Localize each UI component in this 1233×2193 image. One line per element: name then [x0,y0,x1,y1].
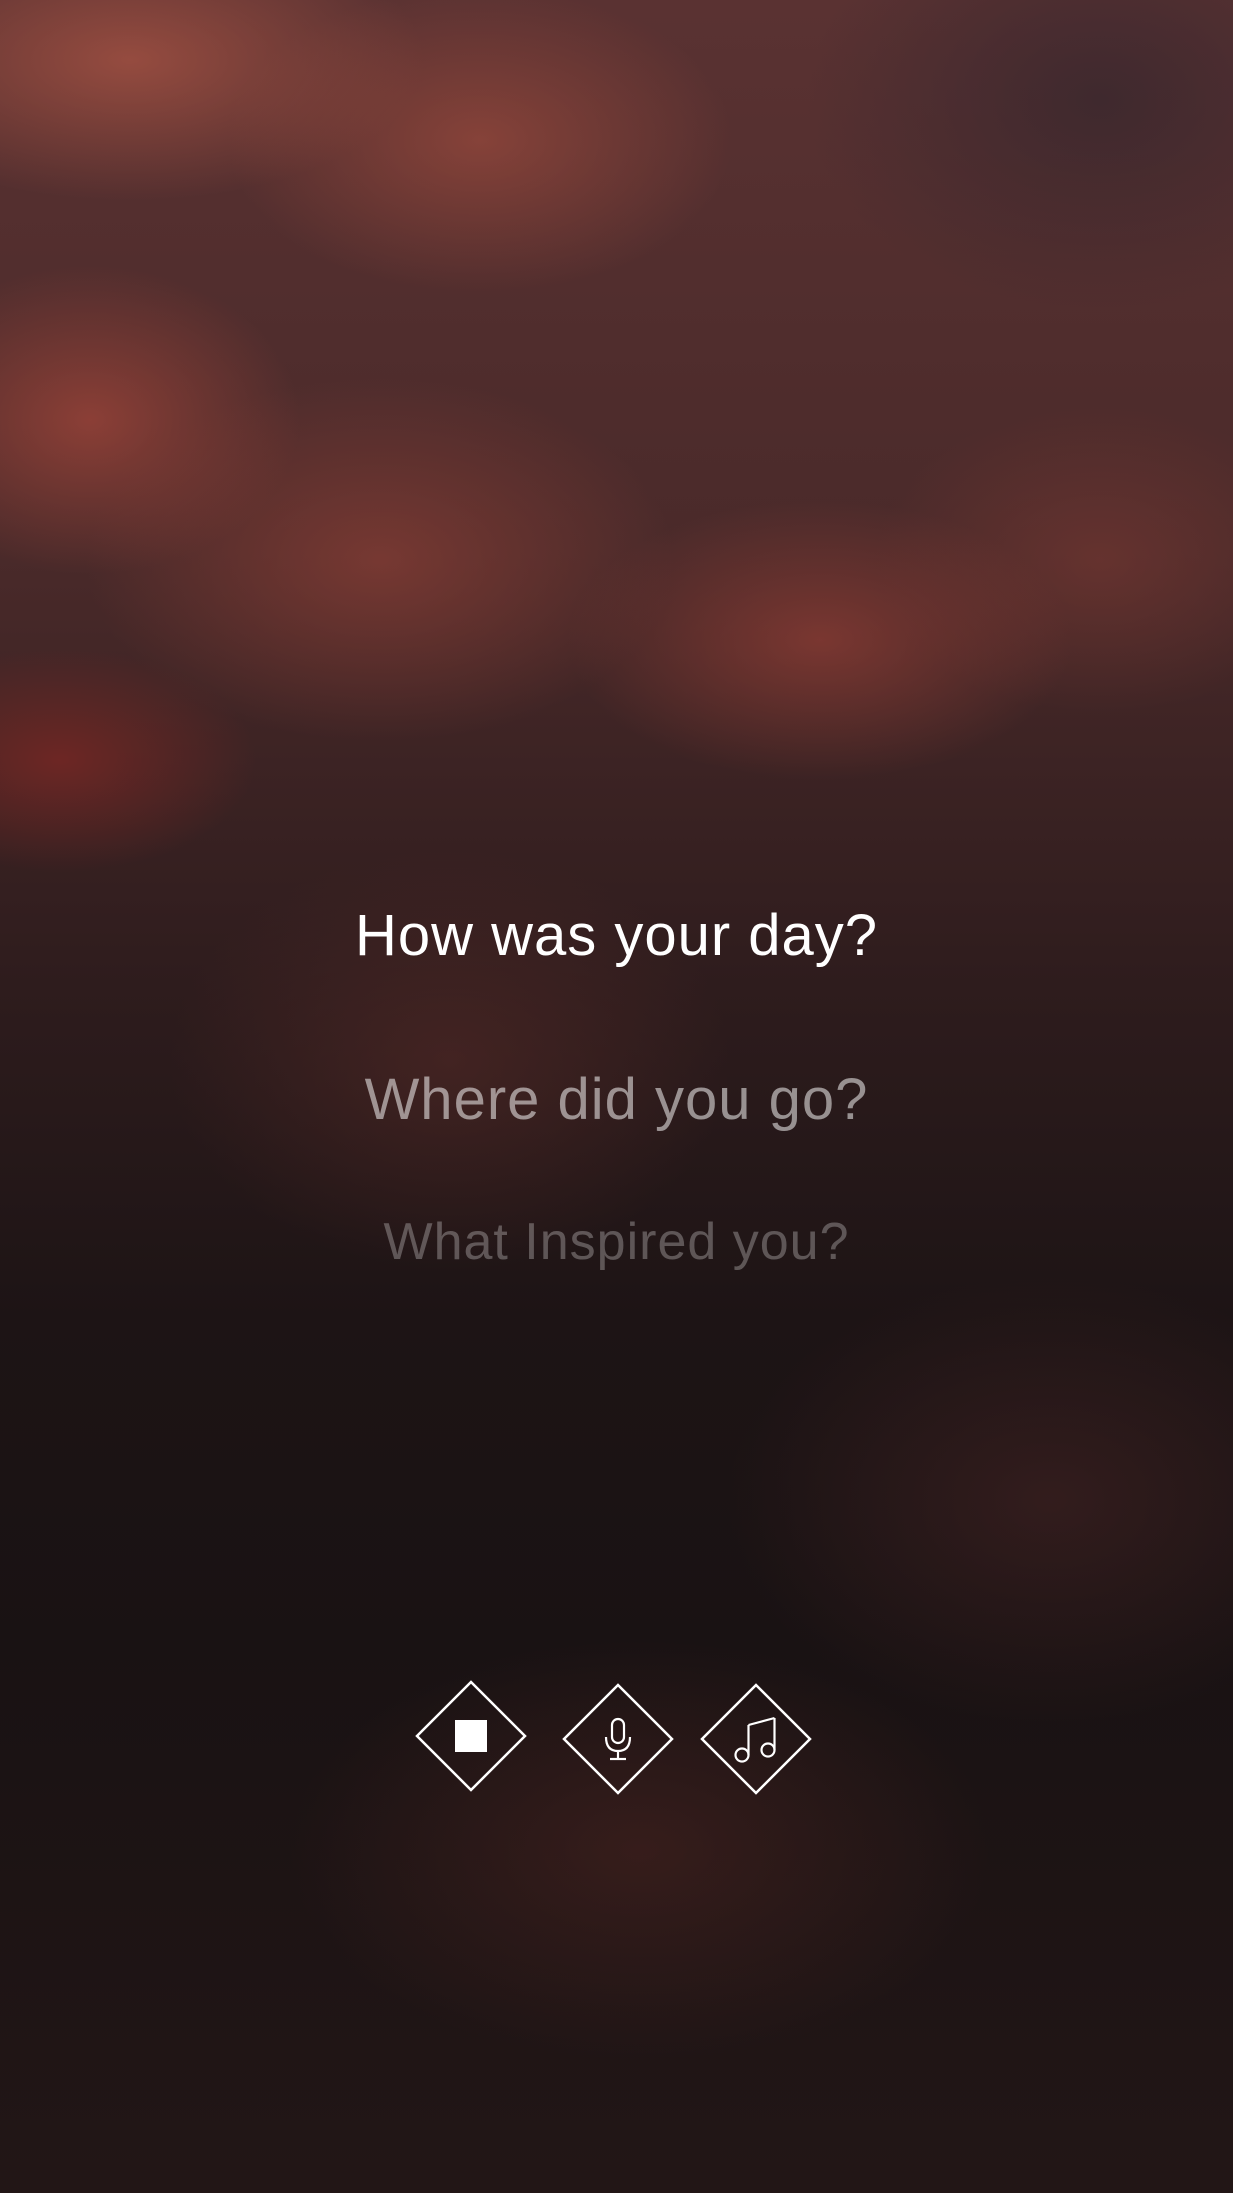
prompt-current: How was your day? [354,903,879,968]
journal-prompt-screen: How was your day? Where did you go? What… [0,0,1233,2193]
stop-icon [415,1680,527,1792]
microphone-icon [562,1683,674,1795]
stop-button[interactable] [415,1680,527,1792]
music-button[interactable] [700,1683,812,1795]
recording-controls [0,1680,1233,1800]
music-note-icon [700,1683,812,1795]
microphone-button[interactable] [562,1683,674,1795]
prompt-later[interactable]: What Inspired you? [0,1212,1233,1272]
prompt-next[interactable]: Where did you go? [0,1066,1233,1133]
